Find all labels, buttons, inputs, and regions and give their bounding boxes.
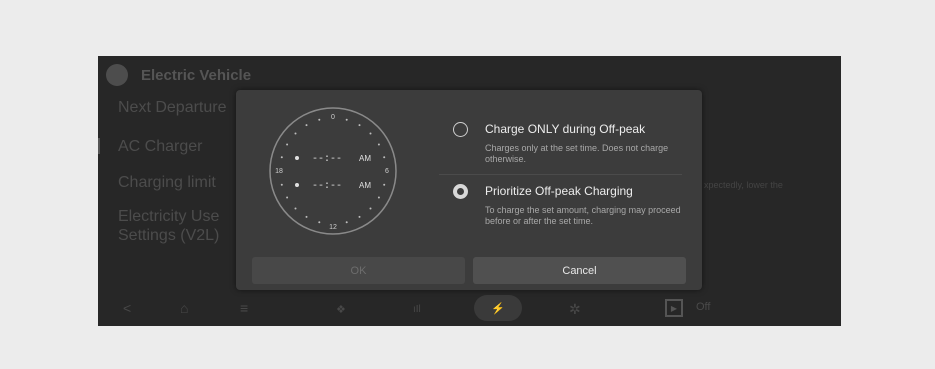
start-time-value[interactable]: --:--: [312, 154, 342, 165]
option-description: To charge the set amount, charging may p…: [485, 205, 681, 226]
clock-ring: [269, 107, 397, 235]
clock-hour-tick: [377, 196, 380, 199]
menu-item-settings-v2l[interactable]: Settings (V2L): [118, 226, 219, 245]
media-status-label: Off: [696, 301, 711, 313]
ok-button[interactable]: OK: [252, 257, 465, 284]
option-title: Charge ONLY during Off-peak: [485, 122, 646, 136]
clock-hour-tick: [369, 132, 372, 135]
electric-vehicle-icon: [106, 64, 128, 86]
clock-hour-tick: [286, 143, 289, 146]
media-play-icon[interactable]: ▶: [665, 299, 683, 317]
end-time-dot: [295, 183, 299, 187]
back-icon[interactable]: <: [123, 300, 131, 316]
hour-label-top: 0: [331, 114, 335, 121]
background-description-text: xpectedly, lower the: [704, 180, 783, 190]
menu-icon[interactable]: ≡: [240, 300, 248, 316]
menu-item-next-departure[interactable]: Next Departure: [118, 98, 227, 117]
radio-charge-only-off-peak[interactable]: [453, 122, 468, 137]
clock-hour-tick: [383, 156, 386, 159]
hour-label-bottom: 12: [329, 224, 337, 231]
clock-ticks: [280, 118, 386, 224]
menu-item-electricity-use[interactable]: Electricity Use: [118, 207, 219, 226]
equalizer-icon[interactable]: ıIl: [413, 302, 421, 318]
cancel-button[interactable]: Cancel: [473, 257, 686, 284]
clock-hour-tick: [280, 156, 283, 159]
clock-hour-tick: [318, 221, 321, 224]
start-time-ampm: AM: [359, 154, 371, 163]
app-header: Electric Vehicle: [106, 64, 251, 86]
clock-hour-tick: [358, 215, 361, 218]
radio-prioritize-off-peak[interactable]: [453, 184, 468, 199]
option-description: Charges only at the set time. Does not c…: [485, 143, 669, 164]
infotainment-screen: Electric Vehicle Next Departure AC Charg…: [98, 56, 841, 326]
clock-hour-tick: [345, 221, 348, 224]
option-divider: [439, 174, 682, 175]
clock-hour-tick: [286, 196, 289, 199]
end-time-ampm: AM: [359, 181, 371, 190]
charging-icon: ⚡: [491, 302, 505, 315]
clock-hour-tick: [305, 215, 308, 218]
end-time-value[interactable]: --:--: [312, 181, 342, 192]
app-title: Electric Vehicle: [141, 66, 252, 84]
start-time-dot: [295, 156, 299, 160]
menu-selection-indicator: [98, 138, 100, 154]
bottom-navigation-bar: < ⌂ ≡ ❖ ıIl ⚡ ✲ ▶ Off: [98, 292, 841, 326]
clock-hour-tick: [294, 132, 297, 135]
hour-label-right: 6: [385, 168, 389, 175]
off-peak-charging-dialog: 0 6 12 18 --:-- AM --:-- AM Charge ONLY …: [236, 90, 702, 290]
clock-hour-tick: [358, 124, 361, 127]
menu-item-charging-limit[interactable]: Charging limit: [118, 173, 216, 192]
option-title: Prioritize Off-peak Charging: [485, 184, 633, 198]
menu-item-ac-charger[interactable]: AC Charger: [118, 137, 202, 156]
clock-hour-tick: [280, 183, 283, 186]
clock-hour-tick: [318, 118, 321, 121]
home-icon[interactable]: ⌂: [180, 300, 188, 316]
charging-schedule-clock[interactable]: 0 6 12 18 --:-- AM --:-- AM: [268, 106, 398, 236]
clock-hour-tick: [294, 207, 297, 210]
clock-hour-tick: [345, 118, 348, 121]
clock-hour-tick: [369, 207, 372, 210]
fan-icon[interactable]: ❖: [336, 302, 346, 318]
clock-hour-tick: [377, 143, 380, 146]
charging-button[interactable]: ⚡: [474, 295, 522, 321]
hour-label-left: 18: [275, 168, 283, 175]
clock-hour-tick: [305, 124, 308, 127]
settings-icon[interactable]: ✲: [569, 301, 581, 317]
clock-face: 0 6 12 18 --:-- AM --:-- AM: [269, 107, 397, 235]
clock-hour-tick: [383, 183, 386, 186]
